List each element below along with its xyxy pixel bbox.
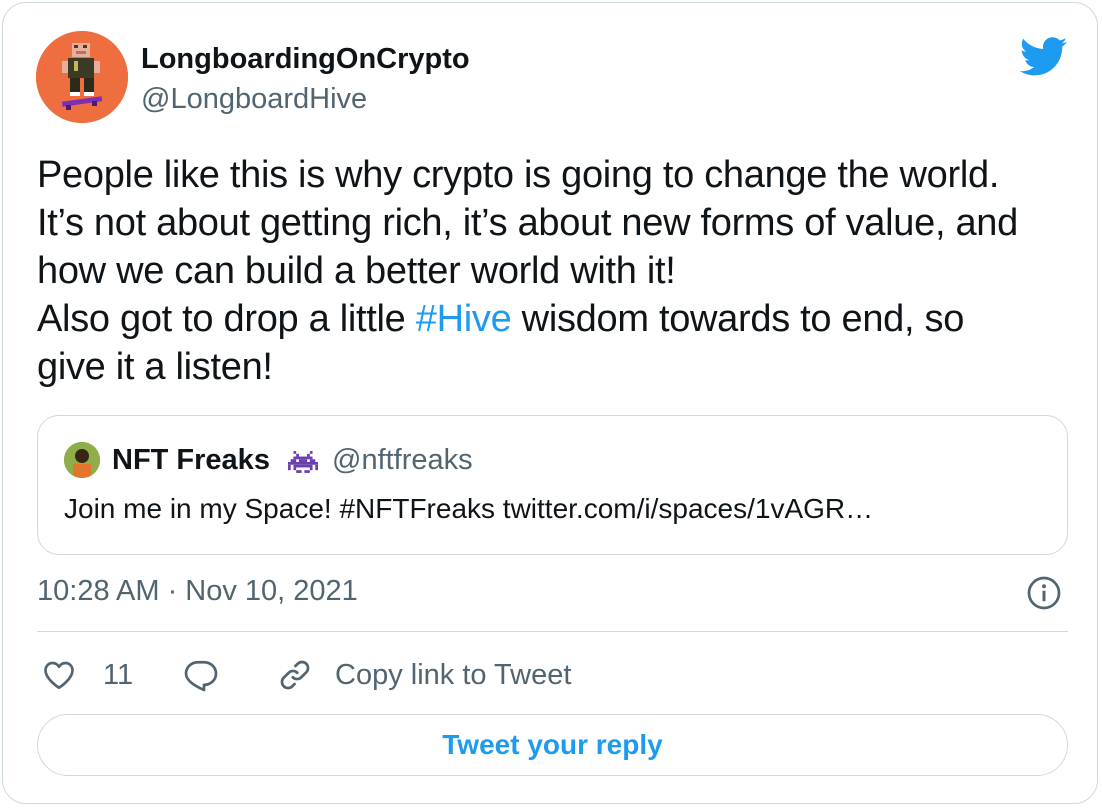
tweet-card: LongboardingOnCrypto @LongboardHive Peop…	[2, 2, 1098, 804]
like-button[interactable]: 11	[41, 651, 133, 699]
copy-link-label: Copy link to Tweet	[335, 658, 572, 691]
quoted-text: Join me in my Space! #NFTFreaks twitter.…	[64, 493, 874, 524]
divider	[37, 631, 1068, 632]
space-invader-icon	[288, 451, 318, 473]
tweet-text-line: give it a listen!	[37, 346, 273, 388]
tweet-actions: 11 Copy link to Tweet	[37, 651, 1068, 699]
tweet-text-line: how we can build a better world with it!	[37, 250, 676, 292]
quoted-author-avatar	[64, 442, 100, 478]
hive-hashtag-link[interactable]: #Hive	[416, 298, 512, 340]
tweet-reply-button[interactable]: Tweet your reply	[37, 714, 1068, 776]
link-icon	[280, 660, 310, 690]
tweet-text-line: It’s not about getting rich, it’s about …	[37, 202, 1018, 244]
quoted-display-name: NFT Freaks	[112, 444, 270, 476]
quoted-handle: @nftfreaks	[332, 444, 473, 476]
copy-link-button[interactable]: Copy link to Tweet	[277, 651, 571, 699]
author-display-name[interactable]: LongboardingOnCrypto	[141, 43, 470, 76]
tweet-text-segment: wisdom towards to end, so	[511, 298, 965, 340]
tweet-text-line: Also got to drop a little #Hive wisdom t…	[37, 295, 1077, 343]
reply-button[interactable]	[183, 651, 219, 699]
author-handle[interactable]: @LongboardHive	[141, 83, 367, 116]
info-icon[interactable]	[1026, 575, 1062, 611]
pixel-skater-avatar-icon	[36, 31, 128, 123]
tweet-text-line: People like this is why crypto is going …	[37, 154, 1000, 196]
tweet-timestamp[interactable]: 10:28 AM · Nov 10, 2021	[37, 575, 358, 608]
tweet-text-segment: Also got to drop a little	[37, 298, 416, 340]
tweet-text: People like this is why crypto is going …	[37, 151, 1077, 391]
quoted-tweet[interactable]: NFT Freaks @nftfreaks Join me in my Spac…	[37, 415, 1068, 555]
author-avatar[interactable]	[36, 31, 128, 123]
twitter-bird-icon[interactable]	[1019, 37, 1069, 77]
heart-icon	[44, 661, 74, 690]
like-count: 11	[103, 658, 134, 691]
reply-bubble-icon	[184, 660, 218, 692]
nft-freaks-avatar-icon	[64, 442, 100, 478]
